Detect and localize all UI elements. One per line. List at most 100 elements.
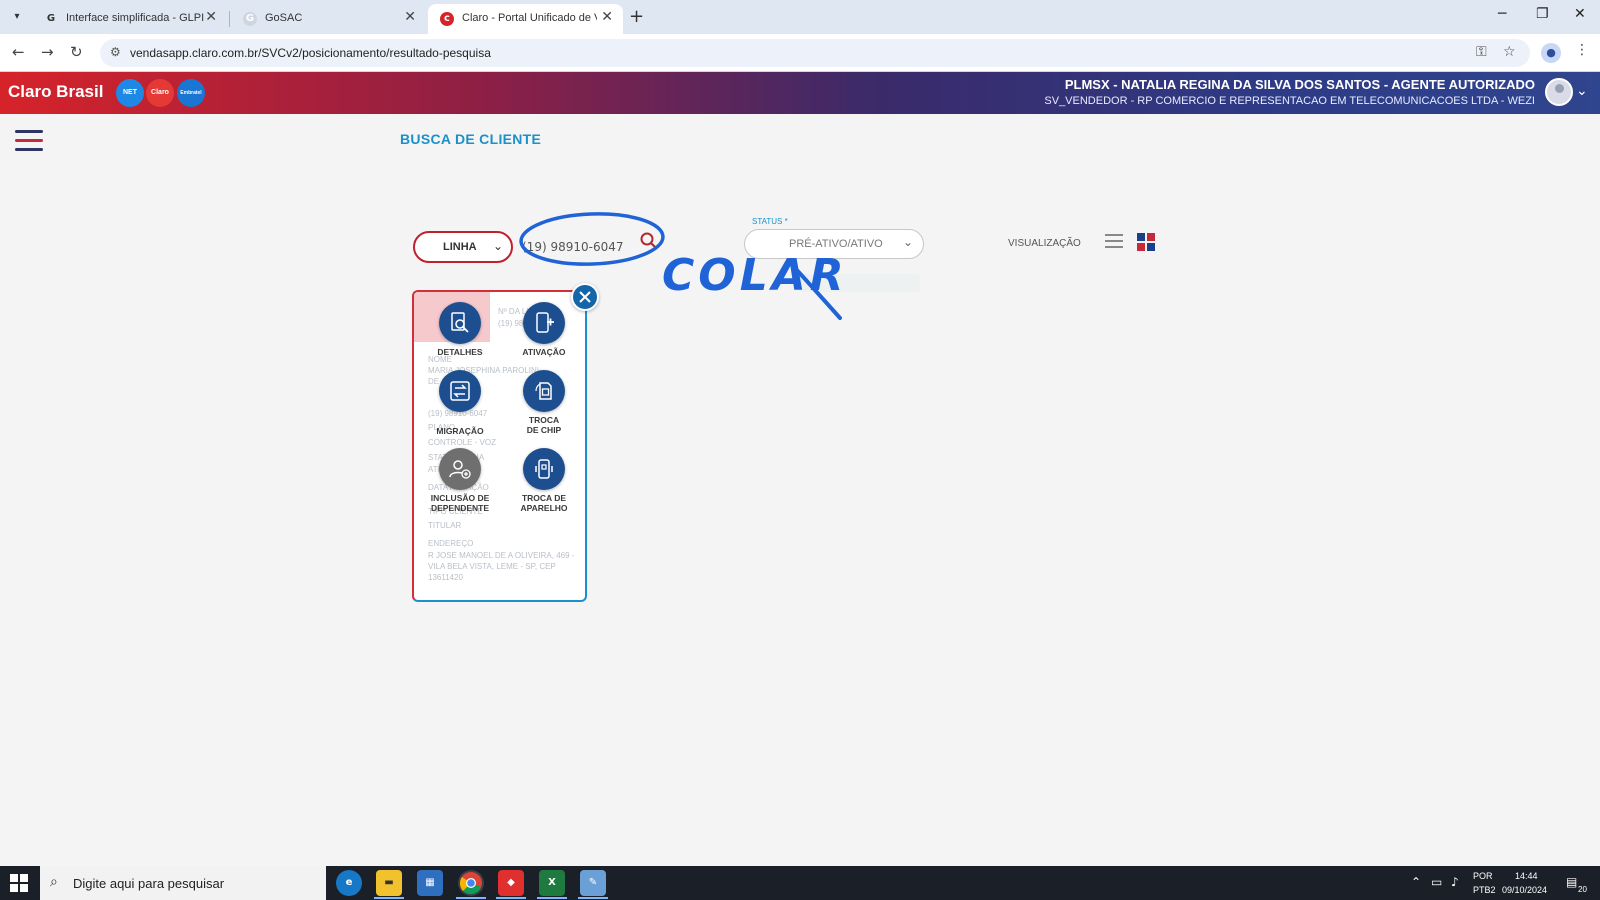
new-tab-plus-icon[interactable]: +: [629, 6, 644, 27]
taskbar-search-placeholder: Digite aqui para pesquisar: [73, 876, 225, 891]
minimize-icon[interactable]: ─: [1498, 6, 1506, 22]
window-close-icon[interactable]: ✕: [1574, 6, 1586, 22]
document-search-icon: [439, 302, 481, 344]
active-app-indicator: [537, 897, 567, 899]
profile-icon[interactable]: ●: [1541, 43, 1561, 63]
tab-label: Claro - Portal Unificado de Vend: [462, 12, 597, 24]
action-label: INCLUSÃO DE DEPENDENTE: [430, 493, 490, 513]
search-icon: ⌕: [50, 874, 58, 890]
browser-toolbar: ← → ↻ ⚙ vendasapp.claro.com.br/SVCv2/pos…: [0, 34, 1600, 72]
action-label: DETALHES: [437, 347, 483, 357]
view-label: VISUALIZAÇÃO: [1008, 238, 1081, 249]
store-icon[interactable]: ▦: [417, 870, 443, 896]
search-type-select[interactable]: LINHA ⌄: [413, 231, 513, 263]
action-ativacao[interactable]: ATIVAÇÃO: [502, 302, 585, 357]
card-field: R JOSE MANOEL DE A OLIVEIRA, 469 -: [428, 551, 575, 560]
hamburger-menu-icon[interactable]: [15, 130, 43, 157]
close-icon[interactable]: ✕: [205, 9, 217, 25]
user-company: SV_VENDEDOR - RP COMERCIO E REPRESENTACA…: [1044, 95, 1535, 107]
status-select[interactable]: PRÉ-ATIVO/ATIVO ⌄: [744, 229, 924, 259]
address-bar[interactable]: ⚙ vendasapp.claro.com.br/SVCv2/posiciona…: [100, 39, 1530, 67]
action-migracao[interactable]: MIGRAÇÃO: [418, 370, 502, 436]
phone-plus-icon: [523, 302, 565, 344]
tab-glpi[interactable]: G Interface simplificada - GLPI ✕: [32, 4, 227, 34]
anydesk-icon[interactable]: ◆: [498, 870, 524, 896]
search-icon[interactable]: [640, 232, 658, 250]
chevron-down-icon[interactable]: ⌄: [1576, 83, 1588, 99]
site-header: Claro Brasil NET Claro Embratel PLMSX - …: [0, 72, 1600, 114]
browser-menu-icon[interactable]: ⋮: [1575, 42, 1589, 58]
faint-background-bar: [800, 274, 920, 292]
action-inclusao-dependente[interactable]: INCLUSÃO DE DEPENDENTE: [418, 448, 502, 513]
close-icon[interactable]: ✕: [404, 9, 416, 25]
action-label: TROCA DE CHIP: [526, 415, 562, 435]
tab-gosac[interactable]: G GoSAC ✕: [231, 4, 426, 34]
phone-search-input[interactable]: [520, 231, 660, 263]
tray-chevron-up-icon[interactable]: ⌃: [1411, 875, 1421, 889]
clock-time[interactable]: 14:44: [1515, 871, 1538, 881]
keyboard-layout-indicator[interactable]: PTB2: [1473, 885, 1496, 895]
restore-icon[interactable]: ❐: [1536, 6, 1549, 22]
close-icon[interactable]: ✕: [601, 9, 613, 25]
user-avatar[interactable]: [1545, 78, 1573, 106]
status-label: STATUS *: [752, 217, 788, 226]
reload-icon[interactable]: ↻: [70, 43, 83, 61]
edge-icon[interactable]: e: [336, 870, 362, 896]
taskbar-search-box[interactable]: ⌕ Digite aqui para pesquisar: [40, 866, 326, 900]
card-field: ENDEREÇO: [428, 539, 474, 548]
windows-taskbar: ⌕ Digite aqui para pesquisar e ▬ ▦ ◆ X ✎…: [0, 866, 1600, 900]
card-field: VILA BELA VISTA, LEME - SP, CEP: [428, 562, 556, 571]
add-user-icon: [439, 448, 481, 490]
glpi-icon: G: [46, 13, 56, 24]
claro-brasil-logo[interactable]: Claro Brasil: [8, 82, 103, 102]
file-explorer-icon[interactable]: ▬: [376, 870, 402, 896]
status-value: PRÉ-ATIVO/ATIVO: [789, 238, 883, 250]
active-app-indicator: [578, 897, 608, 899]
forward-arrow-icon[interactable]: →: [41, 43, 54, 61]
network-icon[interactable]: ▭: [1431, 875, 1442, 889]
grid-view-icon[interactable]: [1137, 233, 1155, 251]
browser-tab-bar: ▾ G Interface simplificada - GLPI ✕ G Go…: [0, 0, 1600, 34]
tab-search-menu-button[interactable]: ▾: [6, 7, 28, 27]
tab-label: GoSAC: [265, 12, 303, 24]
active-app-indicator: [374, 897, 404, 899]
notification-count: 20: [1578, 885, 1587, 894]
tab-claro-portal[interactable]: c Claro - Portal Unificado de Vend ✕: [428, 4, 623, 34]
volume-icon[interactable]: ♪: [1451, 875, 1459, 889]
url-text[interactable]: vendasapp.claro.com.br/SVCv2/posicioname…: [130, 46, 491, 60]
claro-icon: c: [440, 12, 454, 26]
action-troca-aparelho[interactable]: TROCA DE APARELHO: [502, 448, 585, 513]
close-actions-button[interactable]: [571, 283, 599, 311]
tab-label: Interface simplificada - GLPI: [66, 12, 205, 24]
handwritten-annotation: COLAR: [519, 212, 844, 320]
device-swap-icon: [523, 448, 565, 490]
notes-icon[interactable]: ✎: [580, 870, 606, 896]
active-app-indicator: [456, 897, 486, 899]
search-type-label: LINHA: [443, 241, 477, 253]
bookmark-star-icon[interactable]: ☆: [1503, 44, 1516, 60]
net-logo: NET: [116, 79, 144, 107]
migration-arrows-icon: [439, 370, 481, 412]
notification-icon[interactable]: ▤: [1566, 875, 1577, 889]
client-card[interactable]: Nº DA LINHA (19) 98910-6047 NOME MARIA J…: [412, 290, 587, 602]
list-view-icon[interactable]: [1105, 234, 1123, 250]
tab-separator: [229, 11, 230, 27]
embratel-logo: Embratel: [177, 79, 205, 107]
back-arrow-icon[interactable]: ←: [12, 43, 25, 61]
chrome-icon[interactable]: [458, 870, 484, 896]
windows-start-icon[interactable]: [10, 874, 28, 892]
language-indicator[interactable]: POR: [1473, 871, 1493, 881]
card-field: TITULAR: [428, 521, 462, 530]
close-icon: [579, 291, 591, 303]
card-field: CONTROLE - VOZ: [428, 438, 497, 447]
action-detalhes[interactable]: DETALHES: [418, 302, 502, 357]
action-troca-chip[interactable]: TROCA DE CHIP: [502, 370, 585, 435]
password-key-icon[interactable]: ⚿: [1476, 44, 1487, 60]
excel-icon[interactable]: X: [539, 870, 565, 896]
sim-swap-icon: [523, 370, 565, 412]
site-settings-icon[interactable]: ⚙: [110, 45, 121, 59]
page-title: BUSCA DE CLIENTE: [400, 131, 542, 147]
claro-logo: Claro: [146, 79, 174, 107]
action-label: ATIVAÇÃO: [522, 347, 566, 357]
clock-date[interactable]: 09/10/2024: [1502, 885, 1547, 895]
